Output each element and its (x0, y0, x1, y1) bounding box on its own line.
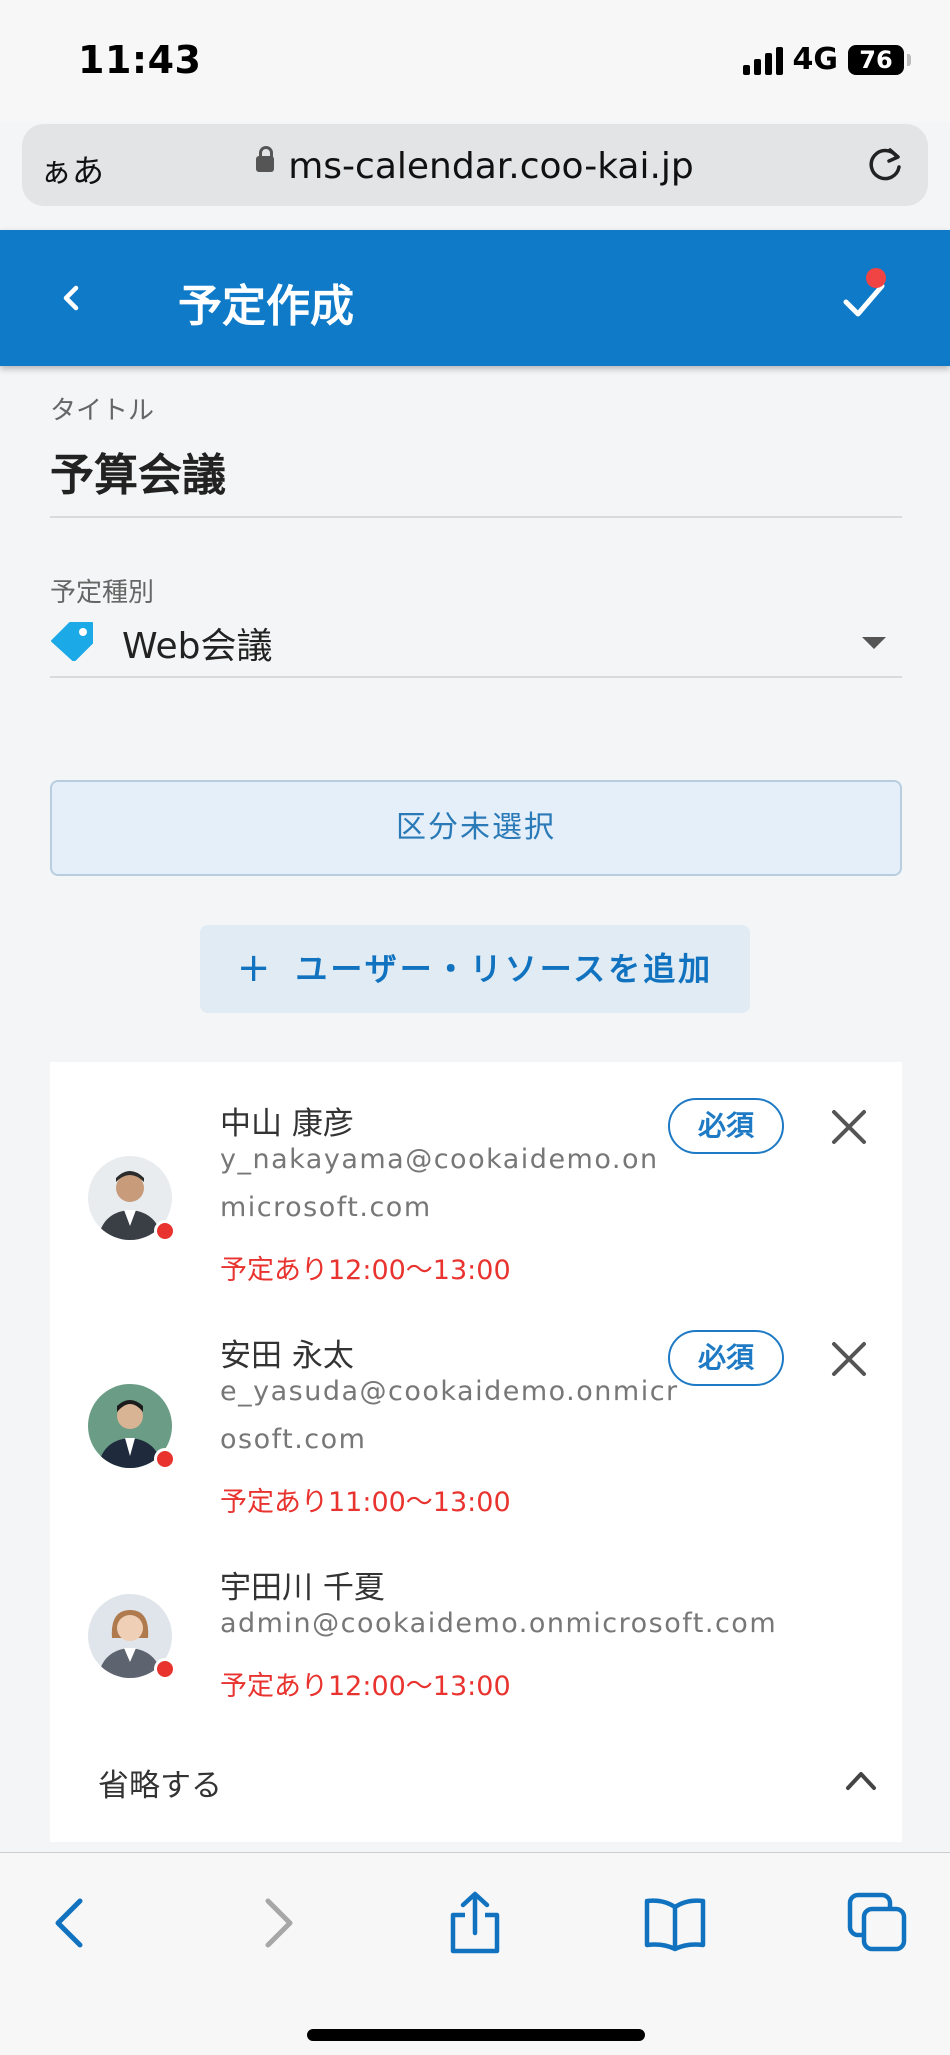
browser-forward-icon[interactable] (244, 1891, 308, 1955)
participant-status: 予定あり11:00〜13:00 (220, 1487, 511, 1518)
app-header: 予定作成 (0, 230, 950, 366)
avatar (88, 1156, 176, 1242)
reload-icon[interactable] (864, 144, 906, 186)
page-title: 予定作成 (178, 281, 354, 332)
bookmarks-icon[interactable] (643, 1891, 707, 1955)
address-bar[interactable]: ぁあ ms-calendar.coo-kai.jp (22, 124, 928, 206)
add-button-label: ユーザー・リソースを追加 (295, 950, 714, 988)
close-icon[interactable] (830, 1108, 868, 1146)
participants-card: 中山 康彦 y_nakayama@cookaidemo.onmicrosoft.… (50, 1062, 902, 1842)
event-type-label: 予定種別 (50, 578, 155, 608)
presence-indicator (154, 1220, 176, 1242)
url-display[interactable]: ms-calendar.coo-kai.jp (22, 146, 928, 187)
notification-dot (866, 268, 886, 288)
signal-icon (742, 45, 783, 75)
participant-row: 宇田川 千夏 admin@cookaidemo.onmicrosoft.com … (50, 1562, 902, 1722)
lock-icon (256, 146, 275, 172)
title-input[interactable]: 予算会議 (50, 439, 902, 503)
category-button[interactable]: 区分未選択 (50, 780, 902, 876)
plus-icon: + (236, 945, 274, 991)
tag-icon (51, 622, 93, 661)
presence-indicator (154, 1448, 176, 1470)
participant-status: 予定あり12:00〜13:00 (220, 1671, 511, 1702)
participant-row: 中山 康彦 y_nakayama@cookaidemo.onmicrosoft.… (50, 1098, 902, 1318)
url-text: ms-calendar.coo-kai.jp (288, 146, 694, 187)
collapse-toggle[interactable]: 省略する (98, 1760, 878, 1810)
participant-email: y_nakayama@cookaidemo.onmicrosoft.com (220, 1144, 659, 1223)
back-icon[interactable] (48, 274, 96, 322)
avatar (88, 1594, 176, 1680)
event-type-row[interactable]: Web会議 (50, 617, 902, 667)
presence-indicator (154, 1658, 176, 1680)
avatar (88, 1384, 176, 1470)
dropdown-icon[interactable] (862, 637, 886, 649)
title-field[interactable]: タイトル 予算会議 (50, 390, 902, 518)
required-badge[interactable]: 必須 (668, 1098, 784, 1154)
event-type-select[interactable]: 予定種別 Web会議 (50, 572, 902, 678)
required-badge[interactable]: 必須 (668, 1330, 784, 1386)
participant-row: 安田 永太 e_yasuda@cookaidemo.onmicrosoft.co… (50, 1330, 902, 1550)
participant-email: admin@cookaidemo.onmicrosoft.com (220, 1608, 778, 1639)
home-indicator (307, 2029, 645, 2041)
tabs-icon[interactable] (846, 1891, 910, 1955)
chevron-up-icon[interactable] (844, 1768, 878, 1792)
browser-back-icon[interactable] (40, 1891, 104, 1955)
participant-email: e_yasuda@cookaidemo.onmicrosoft.com (220, 1376, 679, 1455)
add-user-resource-button[interactable]: + ユーザー・リソースを追加 (200, 925, 750, 1013)
status-indicators: 4G 76 (742, 42, 911, 77)
close-icon[interactable] (830, 1340, 868, 1378)
browser-toolbar (0, 1852, 950, 2055)
status-bar: 11:43 4G 76 (0, 0, 950, 122)
event-type-value: Web会議 (122, 626, 273, 667)
collapse-label: 省略する (98, 1768, 222, 1804)
title-label: タイトル (50, 396, 155, 426)
participant-status: 予定あり12:00〜13:00 (220, 1255, 511, 1286)
share-icon[interactable] (443, 1891, 507, 1955)
status-time: 11:43 (78, 38, 202, 82)
network-type: 4G (792, 42, 839, 77)
battery-icon: 76 (848, 44, 911, 75)
